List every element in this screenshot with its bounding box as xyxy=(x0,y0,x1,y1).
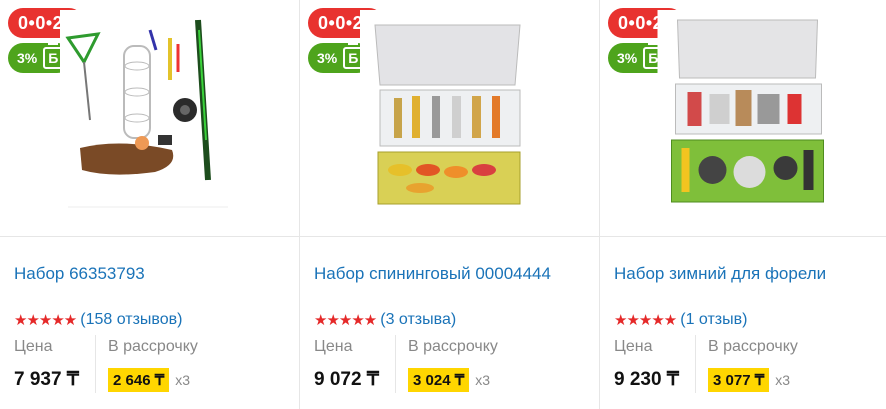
bonus-percent: 3% xyxy=(17,50,38,66)
reviews-link[interactable]: (1 отзыв) xyxy=(680,311,747,329)
installment-times: х3 xyxy=(175,372,191,388)
star-rating-icon: ★★★★★ xyxy=(314,312,377,329)
price-value: 9 230 ₸ xyxy=(614,369,679,390)
price-separator xyxy=(395,335,396,393)
product-card[interactable]: 0•0•24 3% Б Набор зимний для форели ★★★★… xyxy=(600,0,886,409)
installment-block: 3 024 ₸ х3 xyxy=(408,368,490,392)
installment-times: х3 xyxy=(475,372,491,388)
installment-label: В рассрочку xyxy=(408,338,498,355)
price-separator xyxy=(695,335,696,393)
installment-block: 2 646 ₸ х3 xyxy=(108,368,190,392)
product-title-link[interactable]: Набор 66353793 xyxy=(14,264,145,284)
star-rating-icon: ★★★★★ xyxy=(14,312,77,329)
card-divider xyxy=(300,236,599,237)
installment-label: В рассрочку xyxy=(108,338,198,355)
bonus-percent: 3% xyxy=(617,50,638,66)
price-value: 9 072 ₸ xyxy=(314,369,379,390)
product-grid: 0•0•24 3% Б Набор 66353793 ★★★★★ (158 от… xyxy=(0,0,886,409)
price-label: Цена xyxy=(14,338,53,355)
reviews-link[interactable]: (158 отзывов) xyxy=(80,311,182,329)
bonus-percent: 3% xyxy=(317,50,338,66)
product-card[interactable]: 0•0•24 3% Б Набор 66353793 ★★★★★ (158 от… xyxy=(0,0,300,409)
rating: ★★★★★ (158 отзывов) xyxy=(14,311,182,329)
rating: ★★★★★ (1 отзыв) xyxy=(614,311,747,329)
installment-times: х3 xyxy=(775,372,791,388)
rating: ★★★★★ (3 отзыва) xyxy=(314,311,456,329)
card-divider xyxy=(0,236,299,237)
card-divider xyxy=(600,236,886,237)
lure-box-image[interactable] xyxy=(360,10,535,210)
product-title-link[interactable]: Набор зимний для форели xyxy=(614,264,826,284)
price-separator xyxy=(95,335,96,393)
fishing-kit-image[interactable] xyxy=(60,10,235,210)
price-label: Цена xyxy=(314,338,353,355)
installment-price: 3 024 ₸ xyxy=(408,368,470,392)
price-label: Цена xyxy=(614,338,653,355)
installment-price: 2 646 ₸ xyxy=(108,368,170,392)
product-title-link[interactable]: Набор спининговый 00004444 xyxy=(314,264,551,284)
installment-price: 3 077 ₸ xyxy=(708,368,770,392)
installment-block: 3 077 ₸ х3 xyxy=(708,368,790,392)
installment-label: В рассрочку xyxy=(708,338,798,355)
price-value: 7 937 ₸ xyxy=(14,369,79,390)
star-rating-icon: ★★★★★ xyxy=(614,312,677,329)
winter-tackle-box-image[interactable] xyxy=(655,10,835,210)
product-card[interactable]: 0•0•24 3% Б Набор спининговый 00004444 ★… xyxy=(300,0,600,409)
reviews-link[interactable]: (3 отзыва) xyxy=(380,311,456,329)
